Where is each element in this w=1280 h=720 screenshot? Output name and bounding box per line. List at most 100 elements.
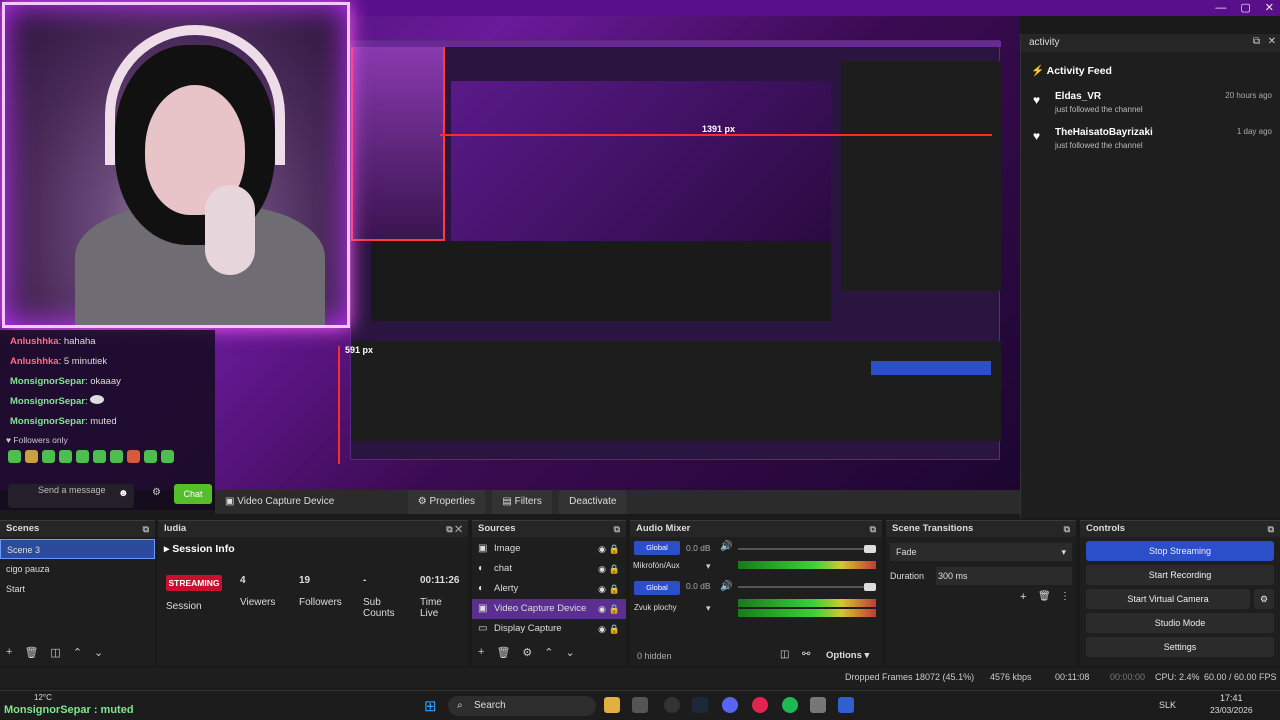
- speaker-icon[interactable]: 🔊: [720, 541, 732, 552]
- scene-item[interactable]: cigo pauza: [0, 559, 155, 579]
- close-icon[interactable]: ✕: [1268, 36, 1276, 47]
- windows-icon[interactable]: ⊞: [424, 697, 437, 715]
- duration-input[interactable]: 300 ms: [936, 567, 1072, 585]
- up-icon[interactable]: ⌃: [544, 646, 553, 662]
- close-icon[interactable]: ✕: [1265, 0, 1274, 16]
- chevron-down-icon[interactable]: ▾: [706, 603, 711, 614]
- volume-handle[interactable]: [864, 583, 876, 591]
- studio-mode-button[interactable]: Studio Mode: [1086, 613, 1274, 633]
- emote-icon[interactable]: [25, 449, 38, 463]
- emote-icon[interactable]: [42, 449, 55, 463]
- headset: [105, 25, 285, 165]
- float-icon[interactable]: ⧉: [614, 521, 620, 537]
- filters-button[interactable]: ▤ Filters: [492, 490, 552, 514]
- ludia-dock: ludia ⧉ ✕ ▸ Session Info STREAMING Sessio…: [158, 520, 468, 666]
- language-indicator[interactable]: SLK: [1159, 700, 1176, 710]
- clock-time[interactable]: 17:41: [1220, 693, 1243, 703]
- app-icon[interactable]: [838, 697, 854, 713]
- settings-icon[interactable]: [810, 697, 826, 713]
- add-icon[interactable]: +: [6, 646, 12, 662]
- chat-message: MonsignorSepar:: [0, 392, 215, 412]
- emoji-icon[interactable]: ☻: [118, 488, 129, 499]
- layout-icon[interactable]: ◫: [780, 649, 789, 660]
- source-item[interactable]: ▣ Video Capture Device ◉ 🔒: [472, 599, 626, 619]
- link-icon[interactable]: ⚯: [802, 649, 810, 660]
- obs-icon[interactable]: [664, 697, 680, 713]
- minimize-icon[interactable]: —: [1215, 0, 1226, 16]
- eye-icon[interactable]: ◉: [598, 559, 606, 579]
- eye-icon[interactable]: ◉: [598, 539, 606, 559]
- chat-text: : hahaha: [58, 336, 96, 347]
- down-icon[interactable]: ⌄: [566, 646, 575, 662]
- global-badge[interactable]: Global: [634, 581, 680, 595]
- send-message-input[interactable]: Send a message: [8, 484, 134, 508]
- emote-icon[interactable]: [144, 449, 157, 463]
- float-icon[interactable]: ⧉: [1268, 521, 1274, 537]
- deactivate-button[interactable]: Deactivate: [559, 490, 627, 514]
- lock-icon[interactable]: 🔒: [609, 599, 620, 619]
- trash-icon[interactable]: 🗑: [1038, 591, 1051, 602]
- lock-icon[interactable]: 🔒: [609, 539, 620, 559]
- speaker-icon[interactable]: 🔊: [720, 581, 732, 592]
- emote-icon[interactable]: [76, 449, 89, 463]
- global-badge[interactable]: Global: [634, 541, 680, 555]
- lock-icon[interactable]: 🔒: [609, 559, 620, 579]
- maximize-icon[interactable]: ▢: [1240, 0, 1250, 16]
- chat-button[interactable]: Chat: [174, 484, 212, 504]
- emote-icon[interactable]: [8, 449, 21, 463]
- float-icon[interactable]: ⧉: [143, 521, 149, 537]
- down-icon[interactable]: ⌄: [94, 646, 103, 662]
- options-button[interactable]: Options ▾: [826, 650, 869, 661]
- eye-icon[interactable]: ◉: [598, 579, 606, 599]
- opera-icon[interactable]: [752, 697, 768, 713]
- gear-icon[interactable]: ⚙: [522, 646, 532, 662]
- start-recording-button[interactable]: Start Recording: [1086, 565, 1274, 585]
- folder-icon[interactable]: [604, 697, 620, 713]
- emote-icon[interactable]: [127, 449, 140, 463]
- properties-button[interactable]: ⚙ Properties: [407, 490, 486, 514]
- add-icon[interactable]: +: [1020, 591, 1026, 603]
- source-item[interactable]: ▣ Image ◉ 🔒: [472, 539, 626, 559]
- search-bar[interactable]: ⌕ Search: [448, 696, 596, 716]
- scene-item[interactable]: Start: [0, 579, 155, 599]
- store-icon[interactable]: [632, 697, 648, 713]
- transition-select[interactable]: Fade ▾: [890, 543, 1072, 561]
- up-icon[interactable]: ⌃: [73, 646, 82, 662]
- eye-icon[interactable]: ◉: [598, 599, 606, 619]
- add-icon[interactable]: +: [478, 646, 484, 662]
- source-item[interactable]: ▭ Display Capture ◉ 🔒: [472, 619, 626, 639]
- settings-button[interactable]: Settings: [1086, 637, 1274, 657]
- stop-streaming-button[interactable]: Stop Streaming: [1086, 541, 1274, 561]
- float-icon[interactable]: ⧉: [1064, 521, 1070, 537]
- discord-icon[interactable]: [722, 697, 738, 713]
- chevron-down-icon[interactable]: ▾: [706, 561, 711, 572]
- emote-icon[interactable]: [110, 449, 123, 463]
- start-virtual-camera-button[interactable]: Start Virtual Camera: [1086, 589, 1250, 609]
- spotify-icon[interactable]: [782, 697, 798, 713]
- gear-icon[interactable]: ⚙: [152, 487, 161, 498]
- float-icon[interactable]: ⧉: [870, 521, 876, 537]
- menu-icon[interactable]: ⋮: [1060, 591, 1070, 602]
- scene-item[interactable]: Scene 3: [0, 539, 155, 559]
- emote-icon[interactable]: [59, 449, 72, 463]
- steam-icon[interactable]: [692, 697, 708, 713]
- source-item[interactable]: ◐ chat ◉ 🔒: [472, 559, 626, 579]
- emote-icon[interactable]: [161, 449, 174, 463]
- emote-icon[interactable]: [93, 449, 106, 463]
- lock-icon[interactable]: 🔒: [609, 619, 620, 639]
- float-icon[interactable]: ⧉: [1253, 36, 1260, 47]
- trash-icon[interactable]: 🗑: [24, 646, 38, 662]
- source-item[interactable]: ◐ Alerty ◉ 🔒: [472, 579, 626, 599]
- lock-icon[interactable]: 🔒: [609, 579, 620, 599]
- volume-slider[interactable]: [738, 548, 876, 550]
- desktop-meter: [738, 609, 876, 617]
- eye-icon[interactable]: ◉: [598, 619, 606, 639]
- gear-icon[interactable]: ⚙: [1254, 589, 1274, 609]
- trash-icon[interactable]: 🗑: [496, 646, 510, 662]
- browser-icon: ◐: [478, 583, 485, 594]
- clock-date[interactable]: 23/03/2026: [1210, 705, 1253, 715]
- filter-icon[interactable]: ◫: [50, 646, 60, 662]
- volume-slider[interactable]: [738, 586, 876, 588]
- close-icon[interactable]: ⧉ ✕: [446, 521, 462, 537]
- volume-handle[interactable]: [864, 545, 876, 553]
